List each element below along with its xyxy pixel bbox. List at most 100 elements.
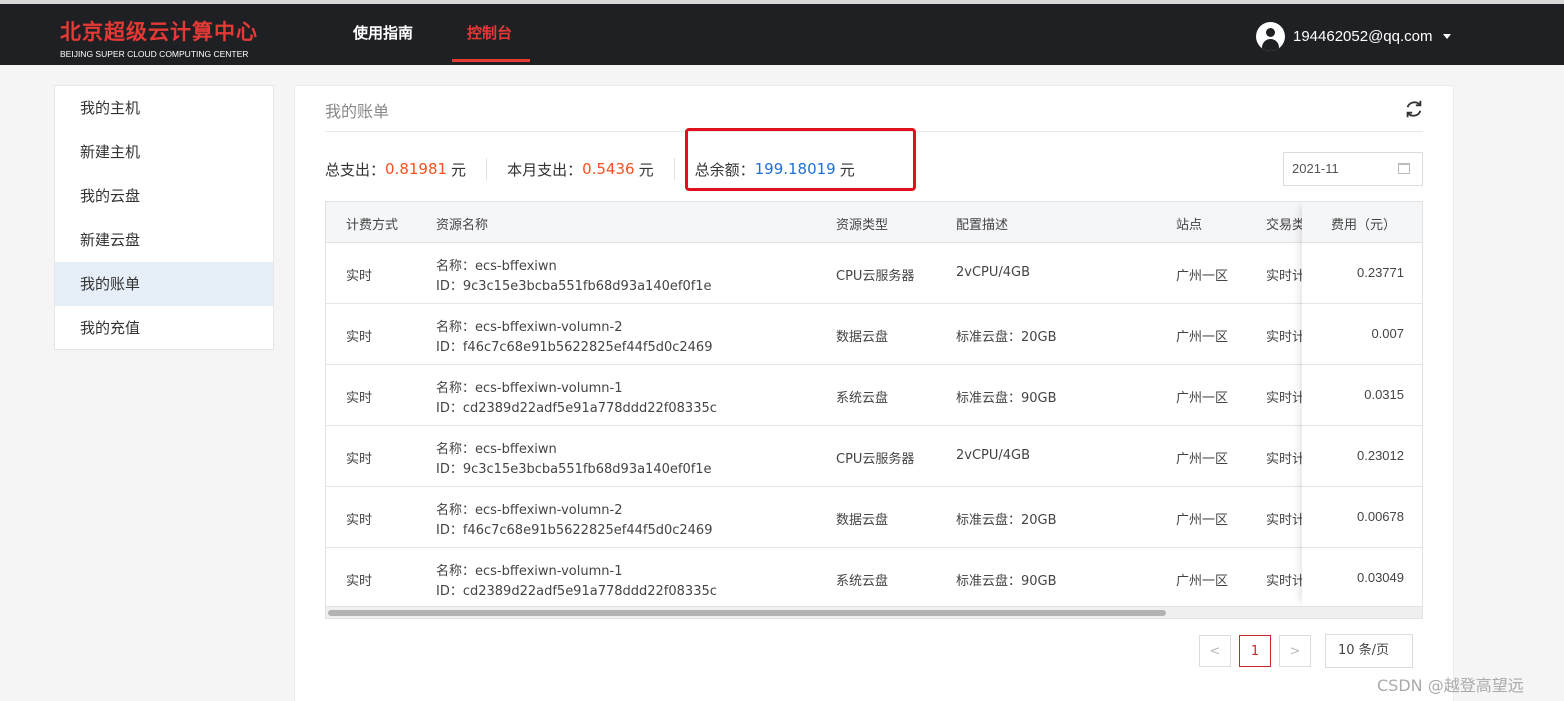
resource-id-cell: ID：9c3c15e3bcba551fb68d93a140ef0f1e — [436, 279, 712, 294]
calendar-icon — [1398, 163, 1410, 174]
page-title: 我的账单 — [325, 102, 390, 121]
resource-type-cell: CPU云服务器 — [836, 452, 915, 467]
resource-type-cell: 数据云盘 — [836, 513, 889, 528]
trade-cell: 实时计 — [1266, 391, 1302, 406]
col-resource-type: 资源类型 — [836, 218, 889, 233]
fee-cell: 0.23771 — [1302, 243, 1422, 304]
month-picker[interactable]: 2021-11 — [1283, 152, 1423, 186]
sidebar-item-new-host[interactable]: 新建主机 — [55, 130, 273, 174]
page-size-select[interactable]: 10 条/页 — [1325, 634, 1413, 668]
scrollbar-thumb[interactable] — [328, 610, 1166, 616]
resource-name-cell: 名称：ecs-bffexiwn — [436, 442, 557, 457]
logo[interactable]: 北京超级云计算中心 BEIJING SUPER CLOUD COMPUTING … — [60, 16, 258, 59]
fee-value: 0.23771 — [1357, 265, 1404, 280]
watermark: CSDN @越登高望远 — [1377, 676, 1524, 695]
col-config: 配置描述 — [956, 218, 1009, 233]
horizontal-scrollbar[interactable] — [326, 606, 1422, 618]
site-cell: 广州一区 — [1176, 574, 1229, 589]
month-spend-value: 0.5436 — [582, 160, 635, 178]
col-fee: 费用（元） — [1331, 218, 1397, 233]
user-avatar-icon — [1256, 22, 1285, 51]
trade-cell-clip: 实时计 — [1264, 304, 1302, 365]
trade-cell-clip: 实时计 — [1264, 365, 1302, 426]
sidebar: 我的主机 新建主机 我的云盘 新建云盘 我的账单 我的充值 — [54, 85, 274, 350]
prev-page-button[interactable]: < — [1199, 635, 1231, 667]
config-cell: 标准云盘：90GB — [956, 574, 1057, 589]
trade-cell: 实时计 — [1266, 452, 1302, 467]
resource-id-cell: ID：f46c7c68e91b5622825ef44f5d0c2469 — [436, 523, 713, 538]
trade-cell: 实时计 — [1266, 330, 1302, 345]
page-1-button[interactable]: 1 — [1239, 635, 1271, 667]
col-billing: 计费方式 — [346, 218, 399, 233]
logo-text-en: BEIJING SUPER CLOUD COMPUTING CENTER — [60, 49, 249, 59]
total-spend-unit: 元 — [451, 160, 467, 179]
fee-cell: 0.007 — [1302, 304, 1422, 365]
resource-type-cell: 数据云盘 — [836, 330, 889, 345]
site-cell: 广州一区 — [1176, 330, 1229, 345]
fee-cell: 0.00678 — [1302, 487, 1422, 548]
billing-cell: 实时 — [346, 574, 373, 589]
resource-id-cell: ID：cd2389d22adf5e91a778ddd22f08335c — [436, 584, 717, 599]
site-cell: 广州一区 — [1176, 269, 1229, 284]
fee-cell: 0.23012 — [1302, 426, 1422, 487]
billing-cell: 实时 — [346, 391, 373, 406]
balance-highlight-box — [685, 128, 916, 191]
col-site: 站点 — [1176, 218, 1203, 233]
resource-type-cell: 系统云盘 — [836, 574, 889, 589]
resource-name-cell: 名称：ecs-bffexiwn-volumn-2 — [436, 503, 623, 518]
trade-cell-clip: 实时计 — [1264, 243, 1302, 304]
fee-column: 费用（元） 0.23771 0.007 0.0315 0.23012 0.00678 0.… — [1302, 202, 1422, 609]
summary-separator — [486, 158, 488, 180]
resource-name-cell: 名称：ecs-bffexiwn-volumn-2 — [436, 320, 623, 335]
fee-value: 0.007 — [1371, 326, 1404, 341]
fee-value: 0.0315 — [1364, 387, 1404, 402]
resource-id-cell: ID：f46c7c68e91b5622825ef44f5d0c2469 — [436, 340, 713, 355]
table-row: 实时 名称：ecs-bffexiwn-volumn-1 ID：cd2389d22ad… — [326, 548, 1422, 609]
logo-text-cn: 北京超级云计算中心 — [60, 20, 258, 44]
billing-cell: 实时 — [346, 269, 373, 284]
trade-cell-clip: 实时计 — [1264, 426, 1302, 487]
site-cell: 广州一区 — [1176, 391, 1229, 406]
sidebar-item-recharge[interactable]: 我的充值 — [55, 306, 273, 350]
resource-name-cell: 名称：ecs-bffexiwn-volumn-1 — [436, 381, 623, 396]
resource-id-cell: ID：9c3c15e3bcba551fb68d93a140ef0f1e — [436, 462, 712, 477]
fee-header-cell: 费用（元） — [1302, 202, 1422, 243]
month-spend-unit: 元 — [638, 160, 654, 179]
total-spend-value: 0.81981 — [385, 160, 448, 178]
billing-cell: 实时 — [346, 330, 373, 345]
nav-guide[interactable]: 使用指南 — [353, 22, 413, 43]
active-nav-indicator — [452, 59, 530, 62]
trade-cell: 实时计 — [1266, 269, 1302, 284]
fee-cell: 0.03049 — [1302, 548, 1422, 609]
sidebar-item-my-bill[interactable]: 我的账单 — [55, 262, 273, 306]
month-spend: 本月支出： 0.5436 元 — [507, 159, 654, 180]
table-row: 实时 名称：ecs-bffexiwn ID：9c3c15e3bcba551fb68d… — [326, 243, 1422, 304]
next-page-button[interactable]: > — [1279, 635, 1311, 667]
col-resource-name: 资源名称 — [436, 218, 489, 233]
trade-cell: 实时计 — [1266, 513, 1302, 528]
sidebar-item-new-disk[interactable]: 新建云盘 — [55, 218, 273, 262]
user-menu[interactable]: 194462052@qq.com — [1256, 22, 1451, 51]
fee-value: 0.00678 — [1357, 509, 1404, 524]
col-trade: 交易类 — [1266, 218, 1302, 233]
resource-name-cell: 名称：ecs-bffexiwn — [436, 259, 557, 274]
resource-type-cell: CPU云服务器 — [836, 269, 915, 284]
summary-separator — [673, 158, 675, 180]
nav-console[interactable]: 控制台 — [467, 22, 512, 43]
sidebar-item-my-disks[interactable]: 我的云盘 — [55, 174, 273, 218]
config-cell: 2vCPU/4GB — [956, 448, 1031, 463]
refresh-icon[interactable] — [1403, 98, 1425, 120]
fee-value: 0.03049 — [1357, 570, 1404, 585]
config-cell: 标准云盘：20GB — [956, 513, 1057, 528]
fee-cell: 0.0315 — [1302, 365, 1422, 426]
config-cell: 2vCPU/4GB — [956, 265, 1031, 280]
caret-down-icon — [1442, 34, 1451, 39]
sidebar-item-my-hosts[interactable]: 我的主机 — [55, 86, 273, 130]
month-picker-value: 2021-11 — [1292, 161, 1339, 176]
table-row: 实时 名称：ecs-bffexiwn-volumn-2 ID：f46c7c68e91… — [326, 304, 1422, 365]
config-cell: 标准云盘：90GB — [956, 391, 1057, 406]
month-spend-label: 本月支出： — [507, 160, 583, 179]
site-cell: 广州一区 — [1176, 513, 1229, 528]
top-nav-bar: 北京超级云计算中心 BEIJING SUPER CLOUD COMPUTING … — [0, 0, 1564, 65]
trade-cell-clip: 实时计 — [1264, 487, 1302, 548]
